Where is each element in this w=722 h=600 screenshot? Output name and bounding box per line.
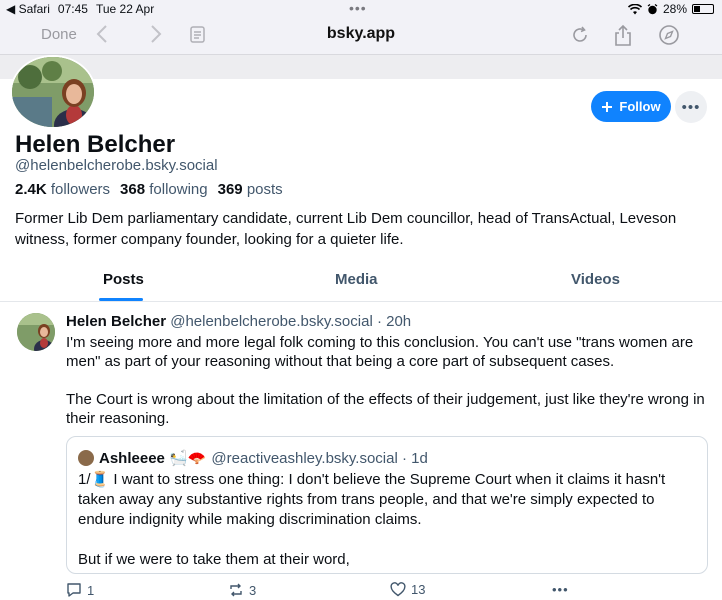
post-author-avatar[interactable] [17,313,55,351]
profile-avatar[interactable] [10,55,96,129]
tab-media[interactable]: Media [335,271,378,288]
plus-icon [601,101,613,113]
repost-button[interactable]: 3 [228,582,256,598]
post-paragraph: The Court is wrong about the limitation … [66,391,705,427]
post-author-handle[interactable]: @helenbelcherobe.bsky.social · 20h [170,313,411,330]
posts-label: posts [246,181,283,198]
profile-tabs: Posts Media Videos [0,262,722,302]
reply-icon [66,582,82,598]
status-bar: ◀ Safari 07:45 Tue 22 Apr ••• 28% [0,0,722,18]
share-icon[interactable] [612,24,634,46]
post-header: Helen Belcher @helenbelcherobe.bsky.soci… [66,313,411,330]
post-text: I'm seeing more and more legal folk comi… [66,333,706,447]
quoted-paragraph: 1/🧵 I want to stress one thing: I don't … [78,471,666,528]
post-more-button[interactable]: ••• [552,582,569,597]
repost-icon [228,582,244,598]
profile-more-button[interactable]: ••• [675,91,707,123]
reload-icon[interactable] [569,24,591,46]
follow-button[interactable]: Follow [591,91,671,122]
post-author-name[interactable]: Helen Belcher [66,313,166,330]
quoted-post-header: Ashleeee 🛀🪭 @reactiveashley.bsky.social … [78,449,428,467]
status-date: Tue 22 Apr [95,2,155,16]
heart-icon [390,582,406,597]
reply-count: 1 [87,582,95,598]
like-count: 13 [411,582,426,597]
profile-banner [0,55,722,79]
status-time: 07:45 [57,2,88,16]
like-button[interactable]: 13 [390,582,425,597]
battery-icon [692,4,714,14]
posts-count: 369 [217,181,243,198]
compass-icon[interactable] [658,24,680,46]
profile-stats: 2.4K followers 368 following 369 posts [15,181,283,198]
post-paragraph: I'm seeing more and more legal folk comi… [66,334,694,370]
multitasking-dots[interactable]: ••• [349,0,367,16]
quoted-post-text: 1/🧵 I want to stress one thing: I don't … [78,470,693,590]
profile-handle: @helenbelcherobe.bsky.social [15,157,218,174]
reply-button[interactable]: 1 [66,582,94,598]
tab-videos[interactable]: Videos [571,271,620,288]
quoted-paragraph: But if we were to take them at their wor… [78,551,350,568]
alarm-icon [647,3,658,15]
wifi-icon [627,3,642,15]
repost-count: 3 [249,582,257,598]
followers-label: followers [50,181,111,198]
tab-posts[interactable]: Posts [103,271,144,288]
quoted-author-avatar [78,450,94,466]
posts-stat: 369 posts [218,181,283,198]
followers-count: 2.4K [15,181,47,198]
back-to-app-link[interactable]: ◀ Safari [6,2,50,16]
follow-label: Follow [619,99,661,114]
active-tab-indicator [99,298,143,301]
following-count: 368 [120,181,146,198]
following-stat[interactable]: 368 following [120,181,208,198]
profile-bio: Former Lib Dem parliamentary candidate, … [15,210,677,248]
browser-toolbar: Done bsky.app [0,18,722,55]
battery-percent: 28% [662,2,687,16]
quoted-author-handle: @reactiveashley.bsky.social · 1d [211,449,428,467]
quoted-post[interactable]: Ashleeee 🛀🪭 @reactiveashley.bsky.social … [66,436,708,574]
post-actions: 1 3 13 ••• [66,582,586,600]
following-label: following [149,181,208,198]
profile-name: Helen Belcher [15,131,176,158]
followers-stat[interactable]: 2.4K followers [15,181,110,198]
quoted-author-name: Ashleeee 🛀🪭 [99,450,207,467]
